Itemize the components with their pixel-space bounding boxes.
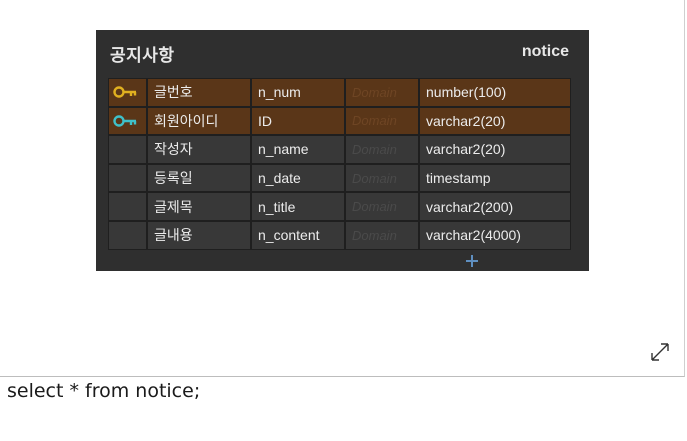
column-logical-name: 작성자: [147, 135, 251, 164]
column-datatype: varchar2(20): [419, 106, 571, 136]
column-physical-name: n_date: [251, 163, 345, 193]
column-row[interactable]: 작성자 n_name Domain varchar2(20): [108, 135, 571, 164]
diagram-canvas: 공지사항 notice 글번호 n_num Domain number(100): [0, 0, 685, 377]
entity-physical-name: notice: [521, 43, 569, 60]
column-list: 글번호 n_num Domain number(100) 회원아이디 ID Do…: [108, 78, 571, 250]
key-cell: [108, 106, 147, 136]
column-logical-name: 글번호: [147, 78, 251, 107]
column-physical-name: n_name: [251, 135, 345, 164]
key-cell: [108, 163, 147, 193]
column-logical-name: 글내용: [147, 220, 251, 250]
column-row[interactable]: 글번호 n_num Domain number(100): [108, 78, 571, 107]
column-physical-name: n_title: [251, 192, 345, 221]
column-physical-name: ID: [251, 106, 345, 136]
column-domain: Domain: [345, 192, 419, 221]
entity-logical-name: 공지사항: [110, 46, 175, 66]
key-cell: [108, 192, 147, 221]
column-row[interactable]: 글내용 n_content Domain varchar2(4000): [108, 220, 571, 250]
plus-icon[interactable]: [465, 254, 479, 270]
key-cell: [108, 135, 147, 164]
column-logical-name: 글제목: [147, 192, 251, 221]
column-datatype: number(100): [419, 78, 571, 107]
column-domain: Domain: [345, 106, 419, 136]
teal-key-icon: [113, 115, 137, 127]
column-row[interactable]: 등록일 n_date Domain timestamp: [108, 163, 571, 193]
column-domain: Domain: [345, 78, 419, 107]
entity-notice[interactable]: 공지사항 notice 글번호 n_num Domain number(100): [96, 30, 589, 271]
column-logical-name: 등록일: [147, 163, 251, 193]
add-column-plus-glyph: [466, 255, 478, 267]
column-datatype: timestamp: [419, 163, 571, 193]
key-cell: [108, 78, 147, 107]
column-datatype: varchar2(4000): [419, 220, 571, 250]
sql-query-text: select * from notice;: [7, 380, 201, 402]
column-logical-name: 회원아이디: [147, 106, 251, 136]
gold-key-icon: [113, 86, 137, 98]
column-datatype: varchar2(200): [419, 192, 571, 221]
column-row[interactable]: 글제목 n_title Domain varchar2(200): [108, 192, 571, 221]
entity-header: 공지사항 notice: [96, 30, 589, 74]
column-domain: Domain: [345, 135, 419, 164]
column-domain: Domain: [345, 163, 419, 193]
column-datatype: varchar2(20): [419, 135, 571, 164]
column-domain: Domain: [345, 220, 419, 250]
column-row[interactable]: 회원아이디 ID Domain varchar2(20): [108, 106, 571, 136]
key-cell: [108, 220, 147, 250]
column-physical-name: n_num: [251, 78, 345, 107]
expand-arrows-icon[interactable]: [648, 340, 672, 364]
column-physical-name: n_content: [251, 220, 345, 250]
